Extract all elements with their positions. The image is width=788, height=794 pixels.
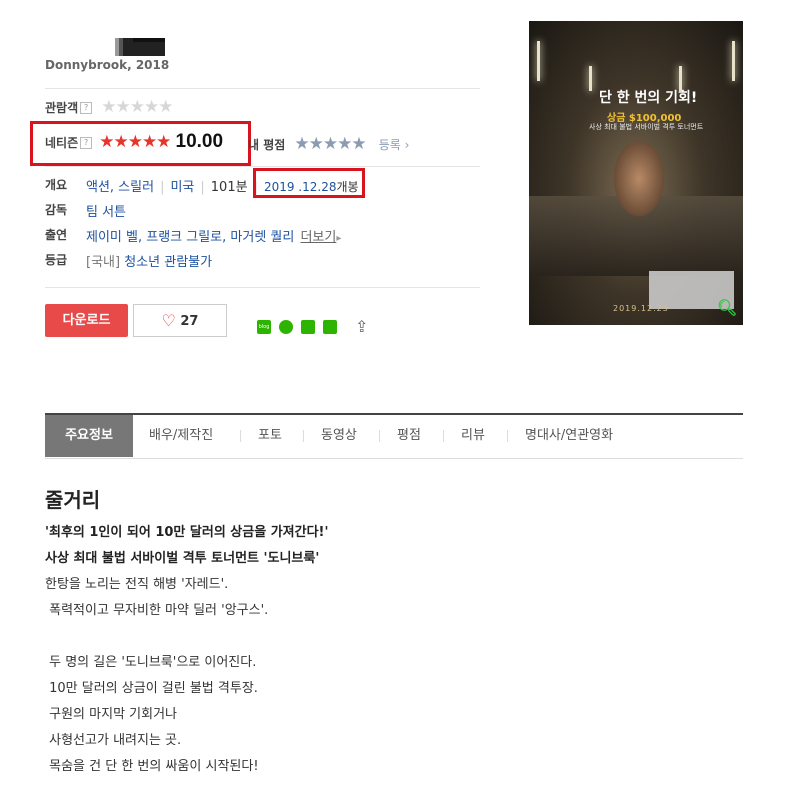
netizen-rating: 네티즌? ★★★★★ 10.00 [45,131,223,153]
more-link[interactable]: 더보기 [300,230,336,245]
synopsis-line: 두 명의 길은 '도니브룩'으로 이어진다. [45,655,257,670]
director-link[interactable]: 팀 서튼 [86,201,126,220]
caret-right-icon: ▸ [336,233,342,244]
tab-cast-crew[interactable]: 배우/제작진 [149,415,213,457]
synopsis-line: 사상 최대 불법 서바이벌 격투 토너먼트 '도니브룩' [45,551,320,566]
director-label: 감독 [45,203,68,217]
tab-quotes-related[interactable]: 명대사/연관영화 [525,415,613,457]
band-icon[interactable] [323,320,337,334]
tab-video[interactable]: 동영상 [321,415,357,457]
netizen-label: 네티즌 [45,136,79,150]
redacted-title [115,38,165,56]
grade-label: 등급 [45,253,68,267]
netizen-score: 10.00 [175,131,224,152]
talk-icon[interactable] [279,320,293,334]
movie-poster[interactable]: 단 한 번의 기회! 상금 $100,000 사상 최대 불법 서바이벌 격투 … [529,21,743,325]
synopsis-line: 목숨을 건 단 한 번의 싸움이 시작된다! [45,759,259,774]
blog-icon[interactable]: blog [257,320,271,334]
bookmark-icon[interactable] [301,320,315,334]
magnifier-icon[interactable]: 🔍︎ [717,298,737,317]
tab-review[interactable]: 리뷰 [461,415,485,457]
share-icon[interactable]: ⇪ [355,317,368,336]
synopsis-line: 사형선고가 내려지는 곳. [45,733,182,748]
register-link[interactable]: 등록 › [379,138,410,152]
poster-headline: 단 한 번의 기회! [599,90,698,106]
synopsis-line: 구원의 마지막 기회거나 [45,707,177,722]
divider [45,166,480,167]
movie-title-english: Donnybrook, 2018 [45,58,170,72]
cast-label: 출연 [45,228,68,242]
grade-link[interactable]: 청소년 관람불가 [124,255,212,270]
synopsis-line: 10만 달러의 상금이 걸린 불법 격투장. [45,681,258,696]
release-highlight-box [253,168,365,198]
my-rating: 내 평점 ★★★★★ 등록 › [248,134,409,154]
help-icon[interactable]: ? [80,101,93,114]
synopsis-line: 한탕을 노리는 전직 해병 '자레드'. [45,577,229,592]
genre-links[interactable]: 액션, 스릴러 [86,180,154,195]
tab-rating[interactable]: 평점 [397,415,421,457]
divider [45,88,480,89]
chevron-right-icon: › [404,138,410,152]
grade-region: [국내] [86,255,121,270]
divider [45,287,480,288]
like-button[interactable]: ♡ 27 [133,304,227,337]
country-link[interactable]: 미국 [170,180,194,195]
overview-label: 개요 [45,178,68,192]
tab-photo[interactable]: 포토 [258,415,282,457]
audience-rating: 관람객? ★★★★★ [45,97,173,117]
cast-links[interactable]: 제이미 벨, 프랭크 그릴로, 마거렛 퀄리 [86,230,294,245]
synopsis-line: '최후의 1인이 되어 10만 달러의 상금을 가져간다!' [45,525,329,540]
tab-main-info[interactable]: 주요정보 [45,415,133,457]
like-count: 27 [180,314,199,329]
synopsis-line: 폭력적이고 무자비한 마약 딜러 '앙구스'. [45,603,269,618]
help-icon[interactable]: ? [80,136,93,149]
download-button[interactable]: 다운로드 [45,304,128,337]
runtime: 101분 [210,180,248,195]
poster-date: 2019.12.23 [613,304,669,313]
netizen-stars: ★★★★★ [99,132,171,152]
poster-tagline: 사상 최대 불법 서바이벌 격투 토너먼트 [589,123,704,131]
my-rating-stars[interactable]: ★★★★★ [294,134,366,154]
my-rating-label: 내 평점 [248,138,286,152]
tab-bar: 주요정보 배우/제작진 포토 동영상 평점 리뷰 명대사/연관영화 [45,413,743,459]
heart-icon: ♡ [161,311,176,330]
audience-label: 관람객 [45,101,79,115]
synopsis-heading: 줄거리 [45,488,101,512]
audience-stars: ★★★★★ [101,97,173,117]
